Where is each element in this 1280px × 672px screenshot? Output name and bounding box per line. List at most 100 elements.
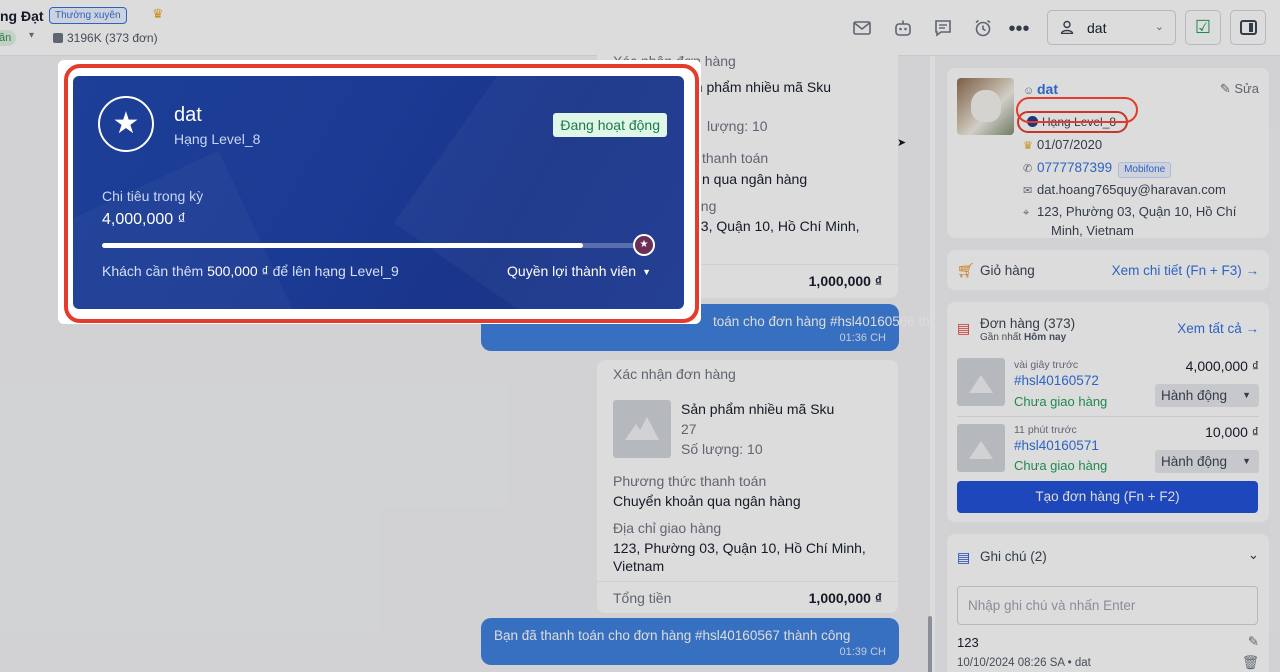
orders-section: ▤ Đơn hàng (373) Gần nhất Hôm nay Xem tấ… [947, 302, 1269, 522]
avatar[interactable] [957, 78, 1014, 135]
bubble-time: 01:39 CH [839, 646, 886, 658]
birthday-line: ♛ 01/07/2020 [1023, 137, 1102, 152]
note-input[interactable] [957, 586, 1258, 625]
user-circle-icon: ☺ [1023, 85, 1035, 97]
arrow-right-icon: → [1245, 321, 1260, 336]
bot-icon[interactable] [892, 18, 914, 40]
orders-latest-value: Hôm nay [1023, 332, 1067, 343]
bubble-time: 01:36 CH [839, 332, 886, 344]
customer-tag-regular[interactable]: Thường xuyên [49, 7, 127, 24]
check-square-icon: ☑ [1194, 17, 1212, 37]
notes-section: ▤ Ghi chú (2) ⌄ 123 ✎ 10/10/2024 08:26 S… [947, 534, 1269, 672]
orders-title: Đơn hàng (373) [980, 316, 1076, 331]
chat-scrollbar[interactable] [928, 616, 932, 672]
cart-detail-label: Xem chi tiết (Fn + F3) [1111, 263, 1242, 278]
loyalty-status-badge: Đang hoạt động [553, 113, 667, 137]
chat-note-icon[interactable] [932, 18, 954, 40]
carrier-badge: Mobifone [1118, 162, 1172, 178]
panel-icon [1240, 20, 1257, 35]
note-meta: 10/10/2024 08:26 SA • dat [957, 657, 1091, 669]
address-line-1: 123, Phường 03, Quận 10, Hồ Chí Minh, [613, 540, 866, 556]
loyalty-customer-name: dat [174, 104, 202, 126]
delete-note-icon[interactable]: 🗑︎ [1242, 655, 1259, 671]
profile-name[interactable]: dat [1037, 81, 1058, 97]
rank-badge[interactable]: Hạng Level_8 [1017, 111, 1129, 133]
bubble-text: Bạn đã thanh toán cho đơn hàng #hsl40160… [494, 628, 851, 643]
caret-down-icon: ▼ [1242, 456, 1251, 466]
caret-down-icon: ▼ [642, 267, 651, 277]
product-image-placeholder [613, 400, 671, 458]
member-benefits-label: Quyền lợi thành viên [507, 263, 637, 279]
payment-success-bubble: Bạn đã thanh toán cho đơn hàng #hsl40160… [481, 618, 899, 665]
member-benefits-dropdown[interactable]: Quyền lợi thành viên ▼ [507, 263, 651, 279]
collapse-notes-icon[interactable]: ⌄ [1248, 547, 1259, 563]
view-all-label: Xem tất cả [1177, 321, 1242, 336]
email[interactable]: dat.hoang765quy@haravan.com [1037, 182, 1226, 197]
order-image-placeholder [957, 424, 1005, 472]
mouse-cursor-icon: ➤ [897, 137, 907, 149]
order-image-placeholder [957, 358, 1005, 406]
user-icon [1060, 20, 1074, 34]
wallet-icon [53, 33, 63, 43]
address-value: 03, Quận 10, Hồ Chí Minh, [693, 218, 860, 234]
order-action-label: Hành động [1161, 388, 1228, 403]
customer-name[interactable]: ng Đạt [0, 8, 44, 24]
edit-note-icon[interactable]: ✎ [1248, 634, 1259, 650]
phone-number[interactable]: 0777787399 [1037, 160, 1112, 175]
product-qty: lượng: 10 [707, 118, 768, 134]
cake-icon: ♛ [1023, 140, 1033, 152]
alarm-clock-icon[interactable] [972, 18, 994, 40]
create-order-button[interactable]: Tạo đơn hàng (Fn + F2) [957, 481, 1258, 513]
rank-label: Hạng Level_8 [1042, 115, 1117, 129]
total-row: Tổng tiền 1,000,000 ₫ [597, 581, 898, 614]
chevron-down-icon[interactable]: ▾ [29, 30, 34, 41]
view-all-orders-link[interactable]: Xem tất cả → [1177, 321, 1259, 336]
loyalty-rank: Hạng Level_8 [174, 131, 261, 147]
order-time: 11 phút trước [1014, 424, 1077, 436]
birthday: 01/07/2020 [1037, 137, 1103, 152]
mail-icon: ✉ [1023, 185, 1033, 197]
order-action-dropdown[interactable]: Hành động ▼ [1155, 450, 1259, 473]
cart-section: 🛒︎ Giỏ hàng Xem chi tiết (Fn + F3) → [947, 250, 1269, 290]
order-action-dropdown[interactable]: Hành động ▼ [1155, 384, 1259, 407]
order-amount: 4,000,000 ₫ [1185, 358, 1259, 374]
spend-value: 4,000,000 ₫ [102, 211, 186, 228]
total-value: 1,000,000 ₫ [808, 273, 882, 289]
note-icon: ▤ [957, 549, 971, 565]
payment-value: Chuyển khoản qua ngân hàng [613, 493, 801, 509]
order-code[interactable]: #hsl40160571 [1014, 438, 1099, 453]
task-check-button[interactable]: ☑ [1185, 10, 1221, 45]
customer-status-tag[interactable]: ăn [0, 30, 17, 46]
phone-line: ✆ 0777787399 Mobifone [1023, 160, 1172, 178]
profile-name-line: ☺ dat [1023, 81, 1058, 97]
next-rank-amount: 500,000 ₫ [207, 263, 269, 279]
product-qty: Số lượng: 10 [681, 441, 763, 457]
payment-value: n qua ngân hàng [702, 171, 808, 187]
customer-spend-summary: 3196K (373 đơn) [53, 31, 158, 45]
cart-detail-link[interactable]: Xem chi tiết (Fn + F3) → [1112, 263, 1259, 278]
more-options-icon[interactable]: ••• [1008, 18, 1030, 40]
caret-down-icon: ▼ [1242, 390, 1251, 400]
email-line: ✉ dat.hoang765quy@haravan.com [1023, 182, 1226, 197]
mail-icon[interactable] [851, 18, 873, 40]
loyalty-card: ★ dat Hạng Level_8 Đang hoạt động Chi ti… [73, 76, 684, 309]
agent-name: dat [1087, 20, 1107, 36]
toggle-side-panel-button[interactable] [1230, 10, 1266, 45]
order-status: Chưa giao hàng [1014, 458, 1108, 473]
star-icon: ★ [98, 96, 154, 152]
next-rank-star-icon: ★ [633, 234, 655, 256]
order-receipt-icon: ▤ [957, 320, 971, 336]
orders-latest: Gần nhất Hôm nay [980, 332, 1066, 343]
address-line-2: Minh, Vietnam [1051, 223, 1134, 238]
arrow-right-icon: → [1245, 263, 1260, 278]
address-line: ⌖ 123, Phường 03, Quận 10, Hồ Chí [1023, 204, 1236, 220]
edit-profile-link[interactable]: ✎ Sửa [1220, 81, 1259, 97]
cart-icon: 🛒︎ [957, 262, 975, 278]
agent-select[interactable]: dat ⌄ [1047, 10, 1176, 45]
next-rank-message: Khách cần thêm 500,000 ₫ để lên hạng Lev… [102, 263, 399, 279]
product-name: ản phẩm nhiều mã Sku [687, 79, 831, 95]
order-code[interactable]: #hsl40160572 [1014, 373, 1099, 388]
spend-summary-text: 3196K (373 đơn) [67, 31, 158, 45]
product-sku: 27 [681, 421, 697, 437]
order-action-label: Hành động [1161, 454, 1228, 469]
